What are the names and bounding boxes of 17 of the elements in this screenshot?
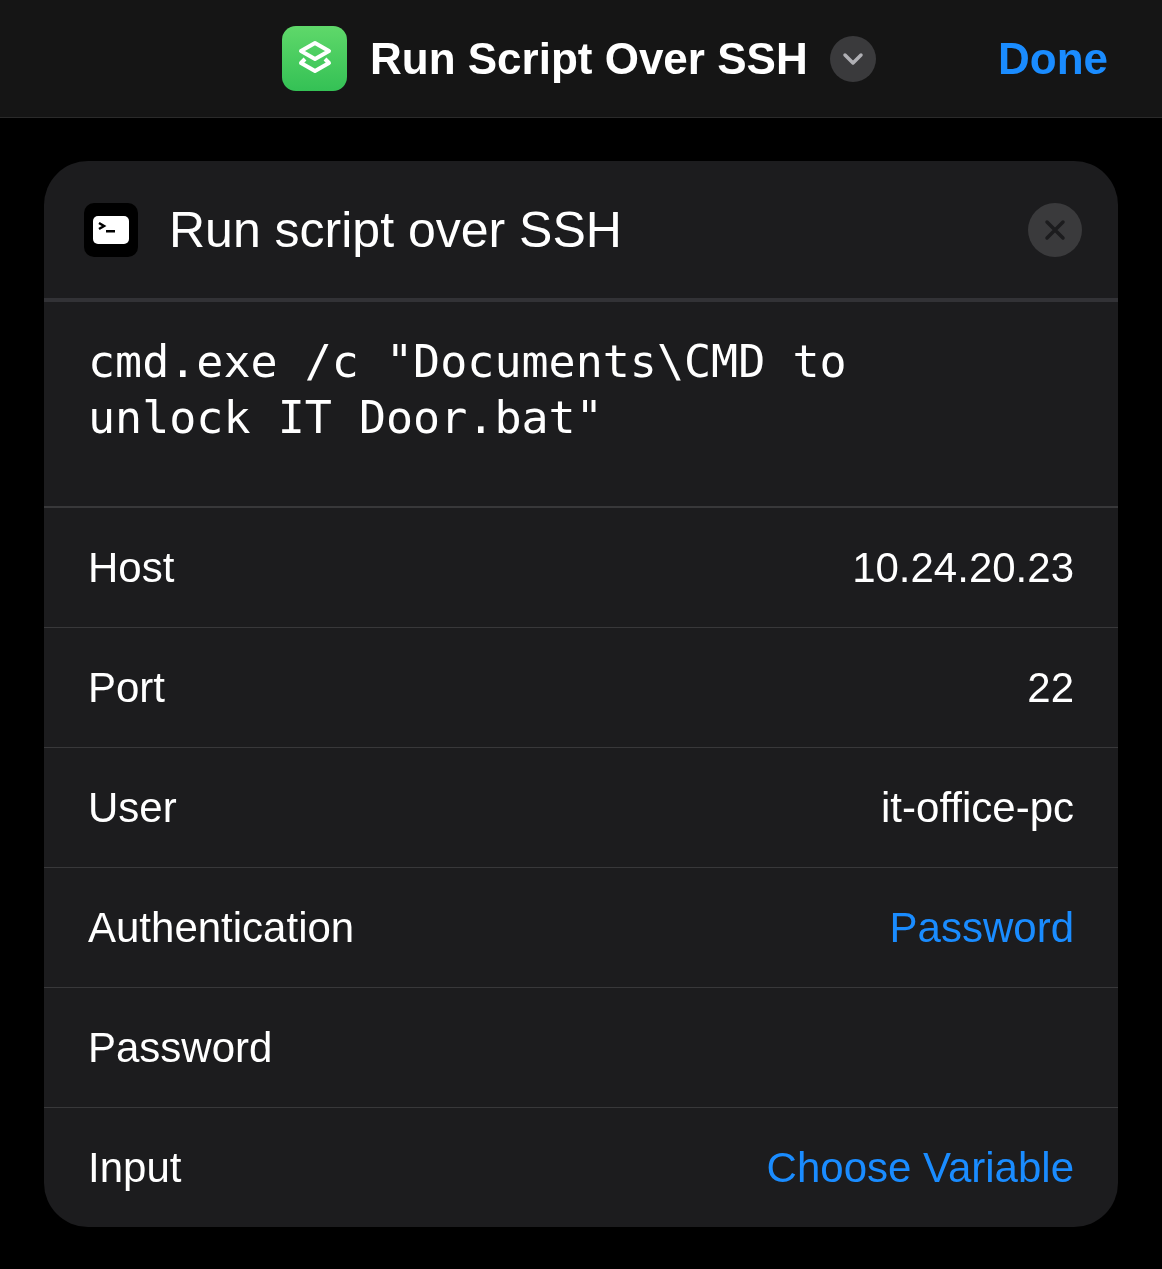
row-label: Host (88, 543, 175, 592)
row-label: User (88, 783, 177, 832)
row-label: Input (88, 1143, 182, 1192)
row-value[interactable]: 22 (1027, 663, 1074, 712)
done-button[interactable]: Done (998, 33, 1108, 84)
row-label: Password (88, 1023, 273, 1072)
row-label: Authentication (88, 903, 355, 952)
option-link[interactable]: Password (889, 903, 1074, 952)
row-label: Port (88, 663, 166, 712)
row-value[interactable]: it-office-pc (881, 783, 1074, 832)
shortcuts-app-icon (282, 26, 347, 91)
row-value[interactable]: 10.24.20.23 (852, 543, 1074, 592)
terminal-icon (84, 202, 138, 257)
action-title: Run script over SSH (169, 200, 622, 259)
option-link[interactable]: Choose Variable (766, 1143, 1074, 1192)
shortcut-title: Run Script Over SSH (370, 33, 808, 84)
script-field[interactable]: cmd.exe /c "Documents\CMD to unlock IT Door.bat" (44, 302, 918, 512)
